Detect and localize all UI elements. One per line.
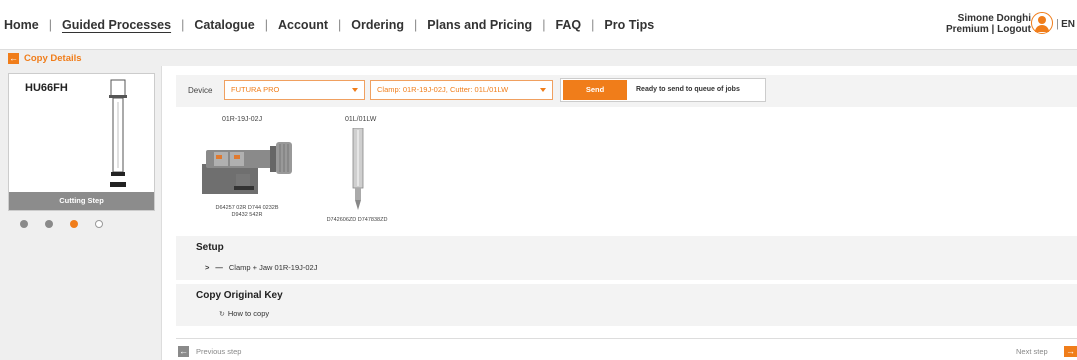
setup-clamp-label: Clamp + Jaw 01R-19J-02J [228,263,318,272]
arrow-left-icon[interactable]: ← [178,346,189,357]
page-title: Copy Details [24,53,82,64]
nav-separator: | [542,18,546,32]
cutter-image-icon[interactable] [350,128,366,210]
step-dot-todo[interactable] [95,220,103,228]
cutter-title: 01L/01LW [345,116,377,123]
nav-separator: | [264,18,268,32]
cutter-codes: D742606ZD D747838ZD [318,217,396,224]
clamp-image-icon[interactable] [200,134,298,198]
nav-separator: | [181,18,185,32]
user-name: Simone Donghi [957,13,1031,24]
key-card[interactable]: HU66FH Cutting Step [8,73,155,211]
nav-separator: | [591,18,595,32]
lang-separator: | [1056,18,1059,30]
tools-area [176,110,1077,234]
clamp-code-line: D64257 02R D744 0232B [215,205,279,211]
setup-clamp-row[interactable]: > — Clamp + Jaw 01R-19J-02J [205,263,317,272]
key-code: HU66FH [25,82,68,94]
clamp-cutter-value: Clamp: 01R-19J-02J, Cutter: 01L/01LW [377,85,509,94]
clamp-codes: D64257 02R D744 0232B D9432 542R [196,205,298,219]
step-indicator [20,220,103,228]
chevron-right-icon: > [205,263,210,272]
nav-separator: | [414,18,418,32]
copy-key-section: Copy Original Key ↻ How to copy [176,284,1077,326]
send-status-text: Ready to send to queue of jobs [636,86,740,93]
main-nav: Home | Guided Processes | Catalogue | Ac… [4,18,654,32]
language-selector[interactable]: EN [1061,19,1075,30]
plan-separator: | [988,24,998,35]
user-plan-row: Premium | Logout [946,24,1031,35]
nav-separator: | [48,18,52,32]
setup-heading: Setup [196,242,224,253]
device-select-value: FUTURA PRO [231,85,280,94]
arrow-left-icon[interactable]: ← [8,53,19,64]
cutting-step-label: Cutting Step [9,192,154,210]
device-label: Device [188,86,213,95]
user-avatar-icon[interactable] [1031,12,1053,34]
device-select[interactable]: FUTURA PRO [224,80,365,100]
nav-home[interactable]: Home [4,18,39,32]
nav-account[interactable]: Account [278,18,328,32]
clamp-code-line: D9432 542R [231,212,263,218]
chevron-down-icon [540,88,546,92]
nav-catalogue[interactable]: Catalogue [194,18,254,32]
nav-ordering[interactable]: Ordering [351,18,404,32]
step-dot-done[interactable] [20,220,28,228]
step-dot-current[interactable] [70,220,78,228]
user-info: Simone Donghi Premium | Logout [946,13,1031,35]
nav-guided-processes[interactable]: Guided Processes [62,18,171,32]
collapse-dash-icon: — [215,263,223,272]
clamp-cutter-select[interactable]: Clamp: 01R-19J-02J, Cutter: 01L/01LW [370,80,553,100]
how-to-copy-link[interactable]: ↻ How to copy [219,309,269,318]
cutter-code-line: D742606ZD D747838ZD [326,217,388,223]
footer-bar [176,338,1077,360]
next-step-button[interactable]: Next step [1016,347,1048,356]
user-plan: Premium [945,24,989,35]
nav-plans-and-pricing[interactable]: Plans and Pricing [427,18,532,32]
clamp-title: 01R-19J-02J [222,116,263,123]
breadcrumb-bar [0,50,1077,66]
how-to-copy-label: How to copy [227,309,270,318]
step-dot-done[interactable] [45,220,53,228]
logout-link[interactable]: Logout [997,24,1031,35]
key-blade-icon [109,79,127,187]
nav-faq[interactable]: FAQ [555,18,581,32]
nav-separator: | [338,18,342,32]
send-button[interactable]: Send [563,80,627,100]
previous-step-button[interactable]: Previous step [196,347,241,356]
arrow-right-icon[interactable]: → [1064,346,1077,357]
chevron-down-icon [352,88,358,92]
nav-pro-tips[interactable]: Pro Tips [604,18,654,32]
setup-section: Setup > — Clamp + Jaw 01R-19J-02J [176,236,1077,280]
3d-view-icon: ↻ [219,311,225,318]
copy-key-heading: Copy Original Key [196,290,283,301]
